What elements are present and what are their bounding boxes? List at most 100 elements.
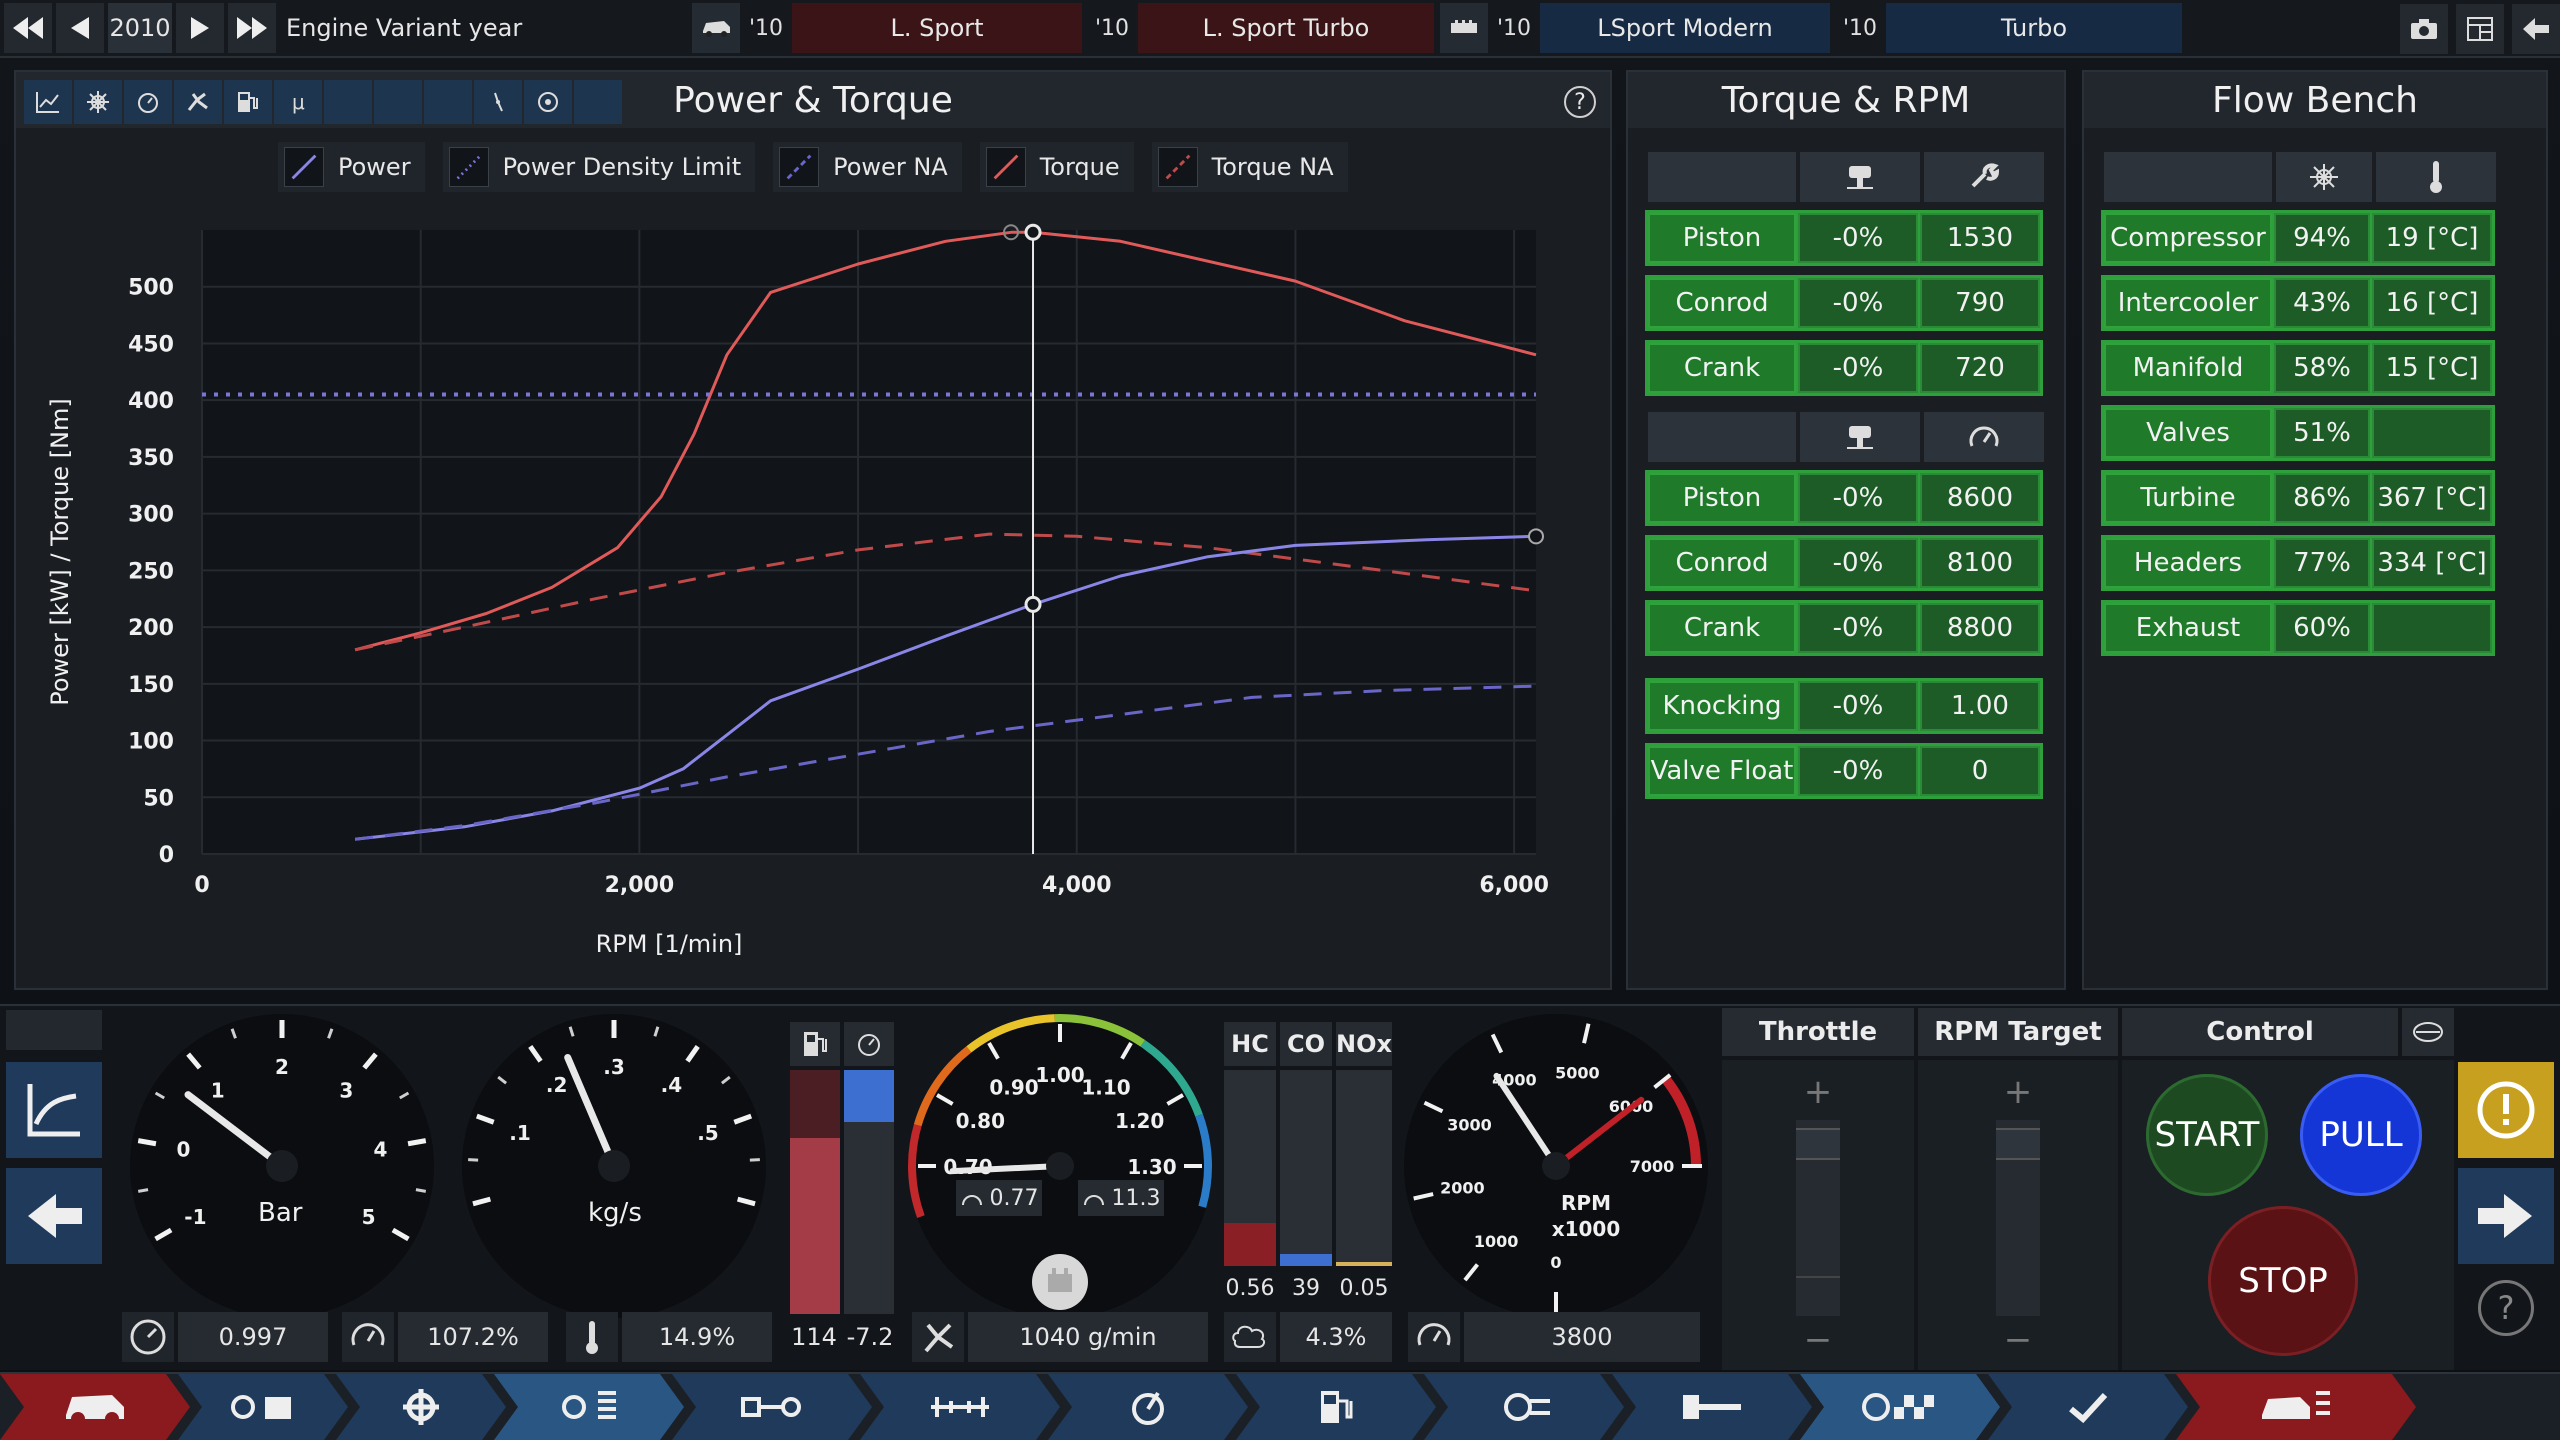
prev-year-button[interactable]: [56, 3, 104, 53]
table-row[interactable]: Conrod -0% 8100: [1645, 535, 2043, 591]
emission-co-value: 39: [1292, 1275, 1320, 1301]
y-tick-label: 350: [128, 446, 174, 471]
nav-engine-block[interactable]: [336, 1374, 506, 1440]
next-page-button[interactable]: [2458, 1168, 2554, 1264]
rpm-target-plus-button[interactable]: +: [1994, 1070, 2042, 1114]
boost-gauge-tick-label: 3: [339, 1078, 353, 1102]
table-row[interactable]: Turbine 86% 367 [°C]: [2101, 470, 2495, 526]
nav-engine-family[interactable]: [178, 1374, 348, 1440]
header-cell[interactable]: [2376, 152, 2496, 202]
nav-engine-top[interactable]: [494, 1374, 684, 1440]
variant-name[interactable]: L. Sport: [792, 3, 1082, 53]
header-cell[interactable]: [1800, 412, 1920, 462]
variant-name[interactable]: Turbo: [1886, 3, 2182, 53]
throttle-slider-handle[interactable]: [1796, 1128, 1840, 1160]
fuel-bar-icon: [790, 1022, 840, 1066]
throttle-plus-button[interactable]: +: [1794, 1070, 1842, 1114]
table-row[interactable]: Compressor 94% 19 [°C]: [2101, 210, 2495, 266]
gauge-arc-icon: [1083, 1195, 1104, 1206]
y-tick-label: 200: [128, 616, 174, 641]
variant-slot-2[interactable]: '10 L. Sport Turbo: [1086, 3, 1434, 53]
rpm-target-slider-handle[interactable]: [1996, 1128, 2040, 1160]
rpm-target-slider[interactable]: [1996, 1120, 2040, 1316]
row-pct: 58%: [2274, 343, 2370, 393]
engine-block-icon: [396, 1387, 446, 1427]
engine-preview-icon: [1032, 1254, 1088, 1310]
table-row[interactable]: Manifold 58% 15 [°C]: [2101, 340, 2495, 396]
temp-readout-icon: [566, 1312, 618, 1362]
boost-gauge-tick-label: 4: [374, 1138, 388, 1162]
nav-car[interactable]: [0, 1374, 190, 1440]
table-row[interactable]: Conrod -0% 790: [1645, 275, 2043, 331]
variant-name[interactable]: LSport Modern: [1540, 3, 1830, 53]
y-tick-label: 50: [143, 786, 174, 811]
row-pct: 51%: [2274, 408, 2370, 458]
pull-button[interactable]: PULL: [2300, 1074, 2422, 1196]
power-cursor-marker: [1024, 595, 1042, 613]
fuel-right-readout: -7.2: [846, 1323, 894, 1351]
smoke-cloud-icon: [1232, 1325, 1266, 1348]
back-button[interactable]: [2512, 4, 2560, 54]
stop-button[interactable]: STOP: [2208, 1206, 2358, 1356]
table-row[interactable]: Piston -0% 8600: [1645, 470, 2043, 526]
row-val: 1.00: [1920, 681, 2040, 731]
nav-dyno[interactable]: [1800, 1374, 2000, 1440]
nav-tuning[interactable]: [1612, 1374, 1812, 1440]
screenshot-button[interactable]: [2400, 4, 2448, 54]
variant-slot-3[interactable]: '10 LSport Modern: [1440, 3, 1830, 53]
boost-readout: 0.997: [178, 1312, 328, 1362]
header-cell[interactable]: [1800, 152, 1920, 202]
emission-readout: 4.3%: [1280, 1312, 1392, 1362]
dyno-checkered-icon: [1860, 1387, 1940, 1427]
car-icon: [692, 3, 740, 53]
boost-gauge-major-tick: [407, 1138, 427, 1147]
piston-icon: [1847, 166, 1873, 189]
year-display[interactable]: 2010: [108, 3, 172, 53]
header-cell[interactable]: [2276, 152, 2372, 202]
table-row[interactable]: Intercooler 43% 16 [°C]: [2101, 275, 2495, 331]
top-bar: 2010 Engine Variant year '10 L. Sport '1…: [0, 0, 2560, 58]
nav-fuel[interactable]: [1236, 1374, 1436, 1440]
dyno-bottom-area: -1 0 1 2 3 4 5.1.2.3.4.5 0.70 0.80 0.90 1.00 1.10 1.…: [0, 1004, 2560, 1370]
layout-button[interactable]: [2456, 4, 2504, 54]
start-button[interactable]: START: [2146, 1074, 2268, 1196]
table-row[interactable]: Crank -0% 8800: [1645, 600, 2043, 656]
nav-exhaust[interactable]: [1424, 1374, 1624, 1440]
dyno-mode-button[interactable]: [2402, 1008, 2454, 1056]
emission-readout-icon: [1224, 1312, 1276, 1362]
rpm-target-minus-button[interactable]: −: [1994, 1318, 2042, 1362]
header-cell[interactable]: [1924, 412, 2044, 462]
next-year-button[interactable]: [176, 3, 224, 53]
variant-name[interactable]: L. Sport Turbo: [1138, 3, 1434, 53]
throttle-minus-button[interactable]: −: [1794, 1318, 1842, 1362]
last-year-button[interactable]: [228, 3, 276, 53]
header-cell[interactable]: [1924, 152, 2044, 202]
table-row[interactable]: Knocking -0% 1.00: [1645, 678, 2043, 734]
first-year-button[interactable]: [4, 3, 52, 53]
nav-valvetrain[interactable]: [860, 1374, 1060, 1440]
table-row[interactable]: Crank -0% 720: [1645, 340, 2043, 396]
table-row[interactable]: Exhaust 60%: [2101, 600, 2495, 656]
nav-finish[interactable]: [1988, 1374, 2188, 1440]
nav-turbo[interactable]: [1048, 1374, 1248, 1440]
row-val: 0: [1920, 746, 2040, 796]
table-row[interactable]: Valve Float -0% 0: [1645, 743, 2043, 799]
variant-slot-1[interactable]: '10 L. Sport: [692, 3, 1082, 53]
power-torque-chart[interactable]: 0 50 100 150 200 250 300 350 400 450 500 0 2,000 4,00…: [16, 72, 1614, 992]
camera-icon: [2411, 19, 2437, 39]
piston-icon: [1847, 426, 1873, 449]
table-row[interactable]: Piston -0% 1530: [1645, 210, 2043, 266]
table-row[interactable]: Valves 51%: [2101, 405, 2495, 461]
row-pct: -0%: [1798, 538, 1918, 588]
nav-camshaft[interactable]: [672, 1374, 872, 1440]
row-val: 8800: [1920, 603, 2040, 653]
help-button[interactable]: ?: [2478, 1280, 2534, 1336]
arrow-left-icon: [71, 17, 89, 39]
warning-button[interactable]: [2458, 1062, 2554, 1158]
variant-slot-4[interactable]: '10 Turbo: [1834, 3, 2182, 53]
emission-hc-fill: [1224, 1222, 1276, 1266]
variant-year: '10: [1094, 15, 1130, 41]
throttle-slider[interactable]: [1796, 1120, 1840, 1316]
table-row[interactable]: Headers 77% 334 [°C]: [2101, 535, 2495, 591]
nav-car-export[interactable]: [2176, 1374, 2416, 1440]
